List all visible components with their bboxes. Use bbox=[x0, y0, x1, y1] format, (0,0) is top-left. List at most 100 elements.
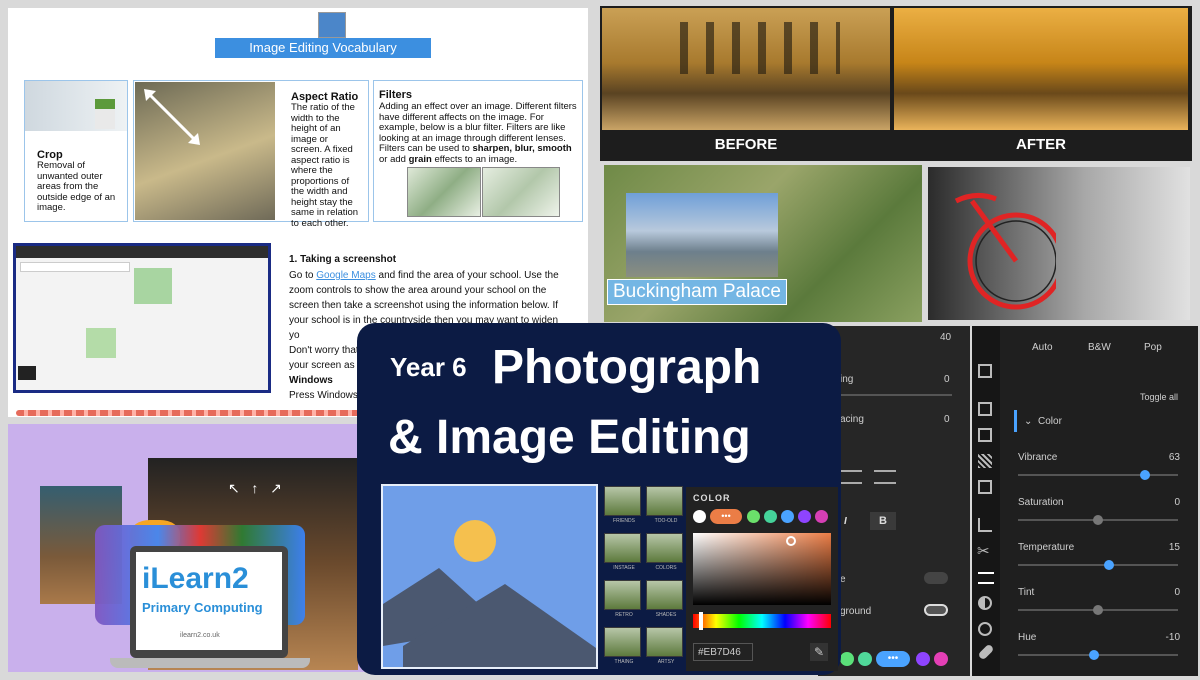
cut-tool-icon[interactable]: ✂ bbox=[977, 542, 990, 560]
hex-input[interactable]: #EB7D46 bbox=[693, 643, 753, 661]
map-green-area-2 bbox=[86, 328, 116, 358]
windows-heading: Windows bbox=[289, 375, 333, 386]
filter-thumb[interactable] bbox=[604, 580, 641, 610]
texture-tool-icon[interactable] bbox=[978, 454, 992, 468]
mid-slider-track[interactable] bbox=[840, 394, 952, 396]
landscape-icon bbox=[383, 520, 596, 667]
cursor-tool-icon[interactable] bbox=[978, 364, 992, 378]
saturation-area[interactable] bbox=[693, 533, 831, 605]
hue-slider[interactable] bbox=[693, 614, 831, 628]
swatch-orange-selected[interactable]: ••• bbox=[710, 509, 742, 524]
slider-track[interactable] bbox=[1018, 564, 1178, 566]
filters-bold-2: grain bbox=[408, 153, 432, 165]
filter-label: FRIENDS bbox=[613, 518, 635, 524]
align-center-icon[interactable] bbox=[840, 470, 862, 484]
filters-card: Filters Adding an effect over an image. … bbox=[373, 80, 583, 222]
swatch-white[interactable] bbox=[693, 510, 706, 523]
palace-photo bbox=[626, 193, 778, 277]
slider-label: Vibrance bbox=[1018, 452, 1058, 463]
preset-auto[interactable]: Auto bbox=[1032, 342, 1053, 353]
filter-thumb[interactable] bbox=[646, 486, 683, 516]
spiral-tool-icon[interactable] bbox=[978, 622, 992, 636]
slider-knob[interactable] bbox=[1093, 605, 1103, 615]
aspect-text: The ratio of the width to the height of … bbox=[291, 102, 359, 229]
after-photo bbox=[894, 8, 1188, 130]
google-maps-link[interactable]: Google Maps bbox=[316, 270, 375, 281]
color-dot-purple[interactable] bbox=[916, 652, 930, 666]
hue-slider-handle[interactable] bbox=[699, 612, 703, 630]
more-colors-button[interactable]: ••• bbox=[876, 651, 910, 667]
aspect-card: Aspect Ratio The ratio of the width to t… bbox=[133, 80, 369, 228]
filter-thumb[interactable] bbox=[604, 533, 641, 563]
color-section-bar bbox=[1014, 410, 1017, 432]
filter-thumb[interactable] bbox=[604, 627, 641, 657]
swatch-green-1[interactable] bbox=[747, 510, 760, 523]
slider-value: -10 bbox=[1165, 632, 1180, 643]
image-tool-icon[interactable] bbox=[978, 480, 992, 494]
laptop: iLearn2 Primary Computing ilearn2.co.uk bbox=[130, 546, 288, 658]
filter-thumb[interactable] bbox=[646, 580, 683, 610]
screenshot-text-d: your screen as w bbox=[289, 360, 365, 371]
people-silhouettes bbox=[680, 22, 840, 74]
mid-label-2: acing bbox=[840, 414, 864, 425]
filter-grid: FRIENDS TOO-OLD INSTAGE COLORS RETRO SHADES TH… bbox=[604, 486, 684, 672]
filters-heading: Filters bbox=[379, 89, 413, 101]
align-right-icon[interactable] bbox=[874, 470, 896, 484]
chevron-down-icon[interactable]: ⌄ bbox=[1024, 416, 1032, 427]
bold-button[interactable]: B bbox=[870, 512, 896, 530]
color-dot-pink[interactable] bbox=[934, 652, 948, 666]
italic-button[interactable]: I bbox=[844, 516, 847, 527]
color-section-title[interactable]: Color bbox=[1038, 416, 1062, 427]
map-location-label: Buckingham Palace bbox=[607, 279, 787, 305]
swatch-green-2[interactable] bbox=[764, 510, 777, 523]
slider-knob[interactable] bbox=[1104, 560, 1115, 570]
mid-value-3: 0 bbox=[944, 414, 950, 425]
image-placeholder-icon bbox=[381, 484, 598, 669]
mid-value-1: 40 bbox=[940, 332, 952, 343]
toggle-all-link[interactable]: Toggle all bbox=[1140, 392, 1178, 402]
slider-knob[interactable] bbox=[1093, 515, 1103, 525]
slider-value: 63 bbox=[1168, 452, 1180, 463]
filters-text-c: effects to an image. bbox=[431, 153, 518, 165]
contrast-tool-icon[interactable] bbox=[978, 596, 992, 610]
ilearn-subtitle: Primary Computing bbox=[142, 600, 263, 615]
after-label: AFTER bbox=[1016, 136, 1066, 153]
filters-text: Adding an effect over an image. Differen… bbox=[379, 101, 579, 165]
color-dot-green-1[interactable] bbox=[840, 652, 854, 666]
saturation-cursor[interactable] bbox=[786, 536, 796, 546]
toggle-switch-2[interactable] bbox=[924, 604, 948, 616]
preset-pop[interactable]: Pop bbox=[1144, 342, 1162, 353]
slider-knob[interactable] bbox=[1140, 470, 1151, 480]
text-tool-icon[interactable] bbox=[978, 428, 992, 442]
filters-bold-1: sharpen, blur, smooth bbox=[472, 143, 572, 154]
eyedropper-icon[interactable]: ✎ bbox=[810, 643, 828, 661]
filter-label: SHADES bbox=[655, 612, 677, 618]
layout-tool-icon[interactable] bbox=[978, 402, 992, 416]
filter-thumb[interactable] bbox=[604, 486, 641, 516]
filter-label: RETRO bbox=[615, 612, 633, 618]
before-label: BEFORE bbox=[714, 136, 778, 153]
swatch-purple[interactable] bbox=[798, 510, 811, 523]
slider-value: 0 bbox=[1174, 587, 1180, 598]
color-dot-green-2[interactable] bbox=[858, 652, 872, 666]
adjust-tool-icon[interactable] bbox=[978, 572, 994, 584]
swatch-blue[interactable] bbox=[781, 510, 794, 523]
title-line-2: & Image Editing bbox=[388, 411, 751, 464]
filter-thumb[interactable] bbox=[646, 627, 683, 657]
toggle-switch-1[interactable] bbox=[924, 572, 948, 584]
browser-bar bbox=[16, 246, 268, 258]
slider-value: 15 bbox=[1168, 542, 1180, 553]
preset-bw[interactable]: B&W bbox=[1088, 342, 1111, 353]
swatch-pink[interactable] bbox=[815, 510, 828, 523]
slider-track[interactable] bbox=[1018, 474, 1178, 476]
slider-knob[interactable] bbox=[1088, 650, 1099, 660]
crop-tool-icon[interactable] bbox=[978, 518, 992, 532]
slider-label: Temperature bbox=[1018, 542, 1075, 553]
filter-sample-sharp bbox=[407, 167, 481, 217]
title-line-1: Photograph bbox=[492, 341, 762, 394]
filter-thumb[interactable] bbox=[646, 533, 683, 563]
maps-search-box bbox=[20, 262, 130, 272]
bike-photo bbox=[928, 167, 1190, 320]
resize-arrow-icon bbox=[144, 89, 200, 145]
screen-thumbnail bbox=[13, 243, 271, 393]
